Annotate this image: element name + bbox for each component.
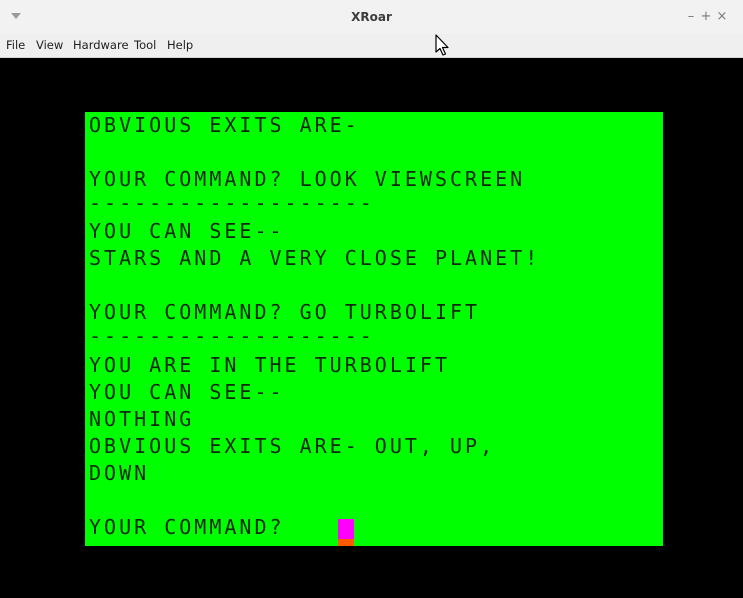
title-bar[interactable]: XRoar – + × xyxy=(0,0,743,34)
close-button[interactable]: × xyxy=(714,9,730,25)
screen-line: DOWN xyxy=(89,461,150,485)
screen-line: ------------------- xyxy=(89,191,375,215)
menu-hardware[interactable]: Hardware xyxy=(73,38,129,52)
mouse-pointer-icon xyxy=(435,34,449,56)
window-title: XRoar xyxy=(351,10,392,24)
screen-line: OBVIOUS EXITS ARE- xyxy=(89,113,360,137)
screen-line: YOU CAN SEE-- xyxy=(89,380,285,404)
screen-line: OBVIOUS EXITS ARE- OUT, UP, xyxy=(89,434,496,458)
menu-bar: File View Hardware Tool Help xyxy=(0,34,743,58)
minimize-button[interactable]: – xyxy=(683,9,699,25)
screen-line: YOUR COMMAND? xyxy=(89,515,300,539)
xroar-window: XRoar – + × File View Hardware Tool Help… xyxy=(0,0,743,598)
menu-tool[interactable]: Tool xyxy=(134,38,156,52)
screen-line: YOUR COMMAND? LOOK VIEWSCREEN xyxy=(89,167,526,191)
menu-file[interactable]: File xyxy=(6,38,25,52)
text-cursor xyxy=(338,519,354,546)
menu-view[interactable]: View xyxy=(36,38,63,52)
screen-line: ------------------- xyxy=(89,324,375,348)
menu-help[interactable]: Help xyxy=(167,38,193,52)
emulator-display[interactable]: OBVIOUS EXITS ARE- YOUR COMMAND? LOOK VI… xyxy=(85,112,663,546)
screen-line: YOU ARE IN THE TURBOLIFT xyxy=(89,353,450,377)
screen-line: YOUR COMMAND? GO TURBOLIFT xyxy=(89,300,481,324)
screen-line: STARS AND A VERY CLOSE PLANET! xyxy=(89,246,541,270)
cursor-bottom xyxy=(338,539,354,546)
cursor-top xyxy=(338,519,354,539)
maximize-button[interactable]: + xyxy=(698,9,714,25)
screen-line: YOU CAN SEE-- xyxy=(89,219,285,243)
screen-line: NOTHING xyxy=(89,407,195,431)
